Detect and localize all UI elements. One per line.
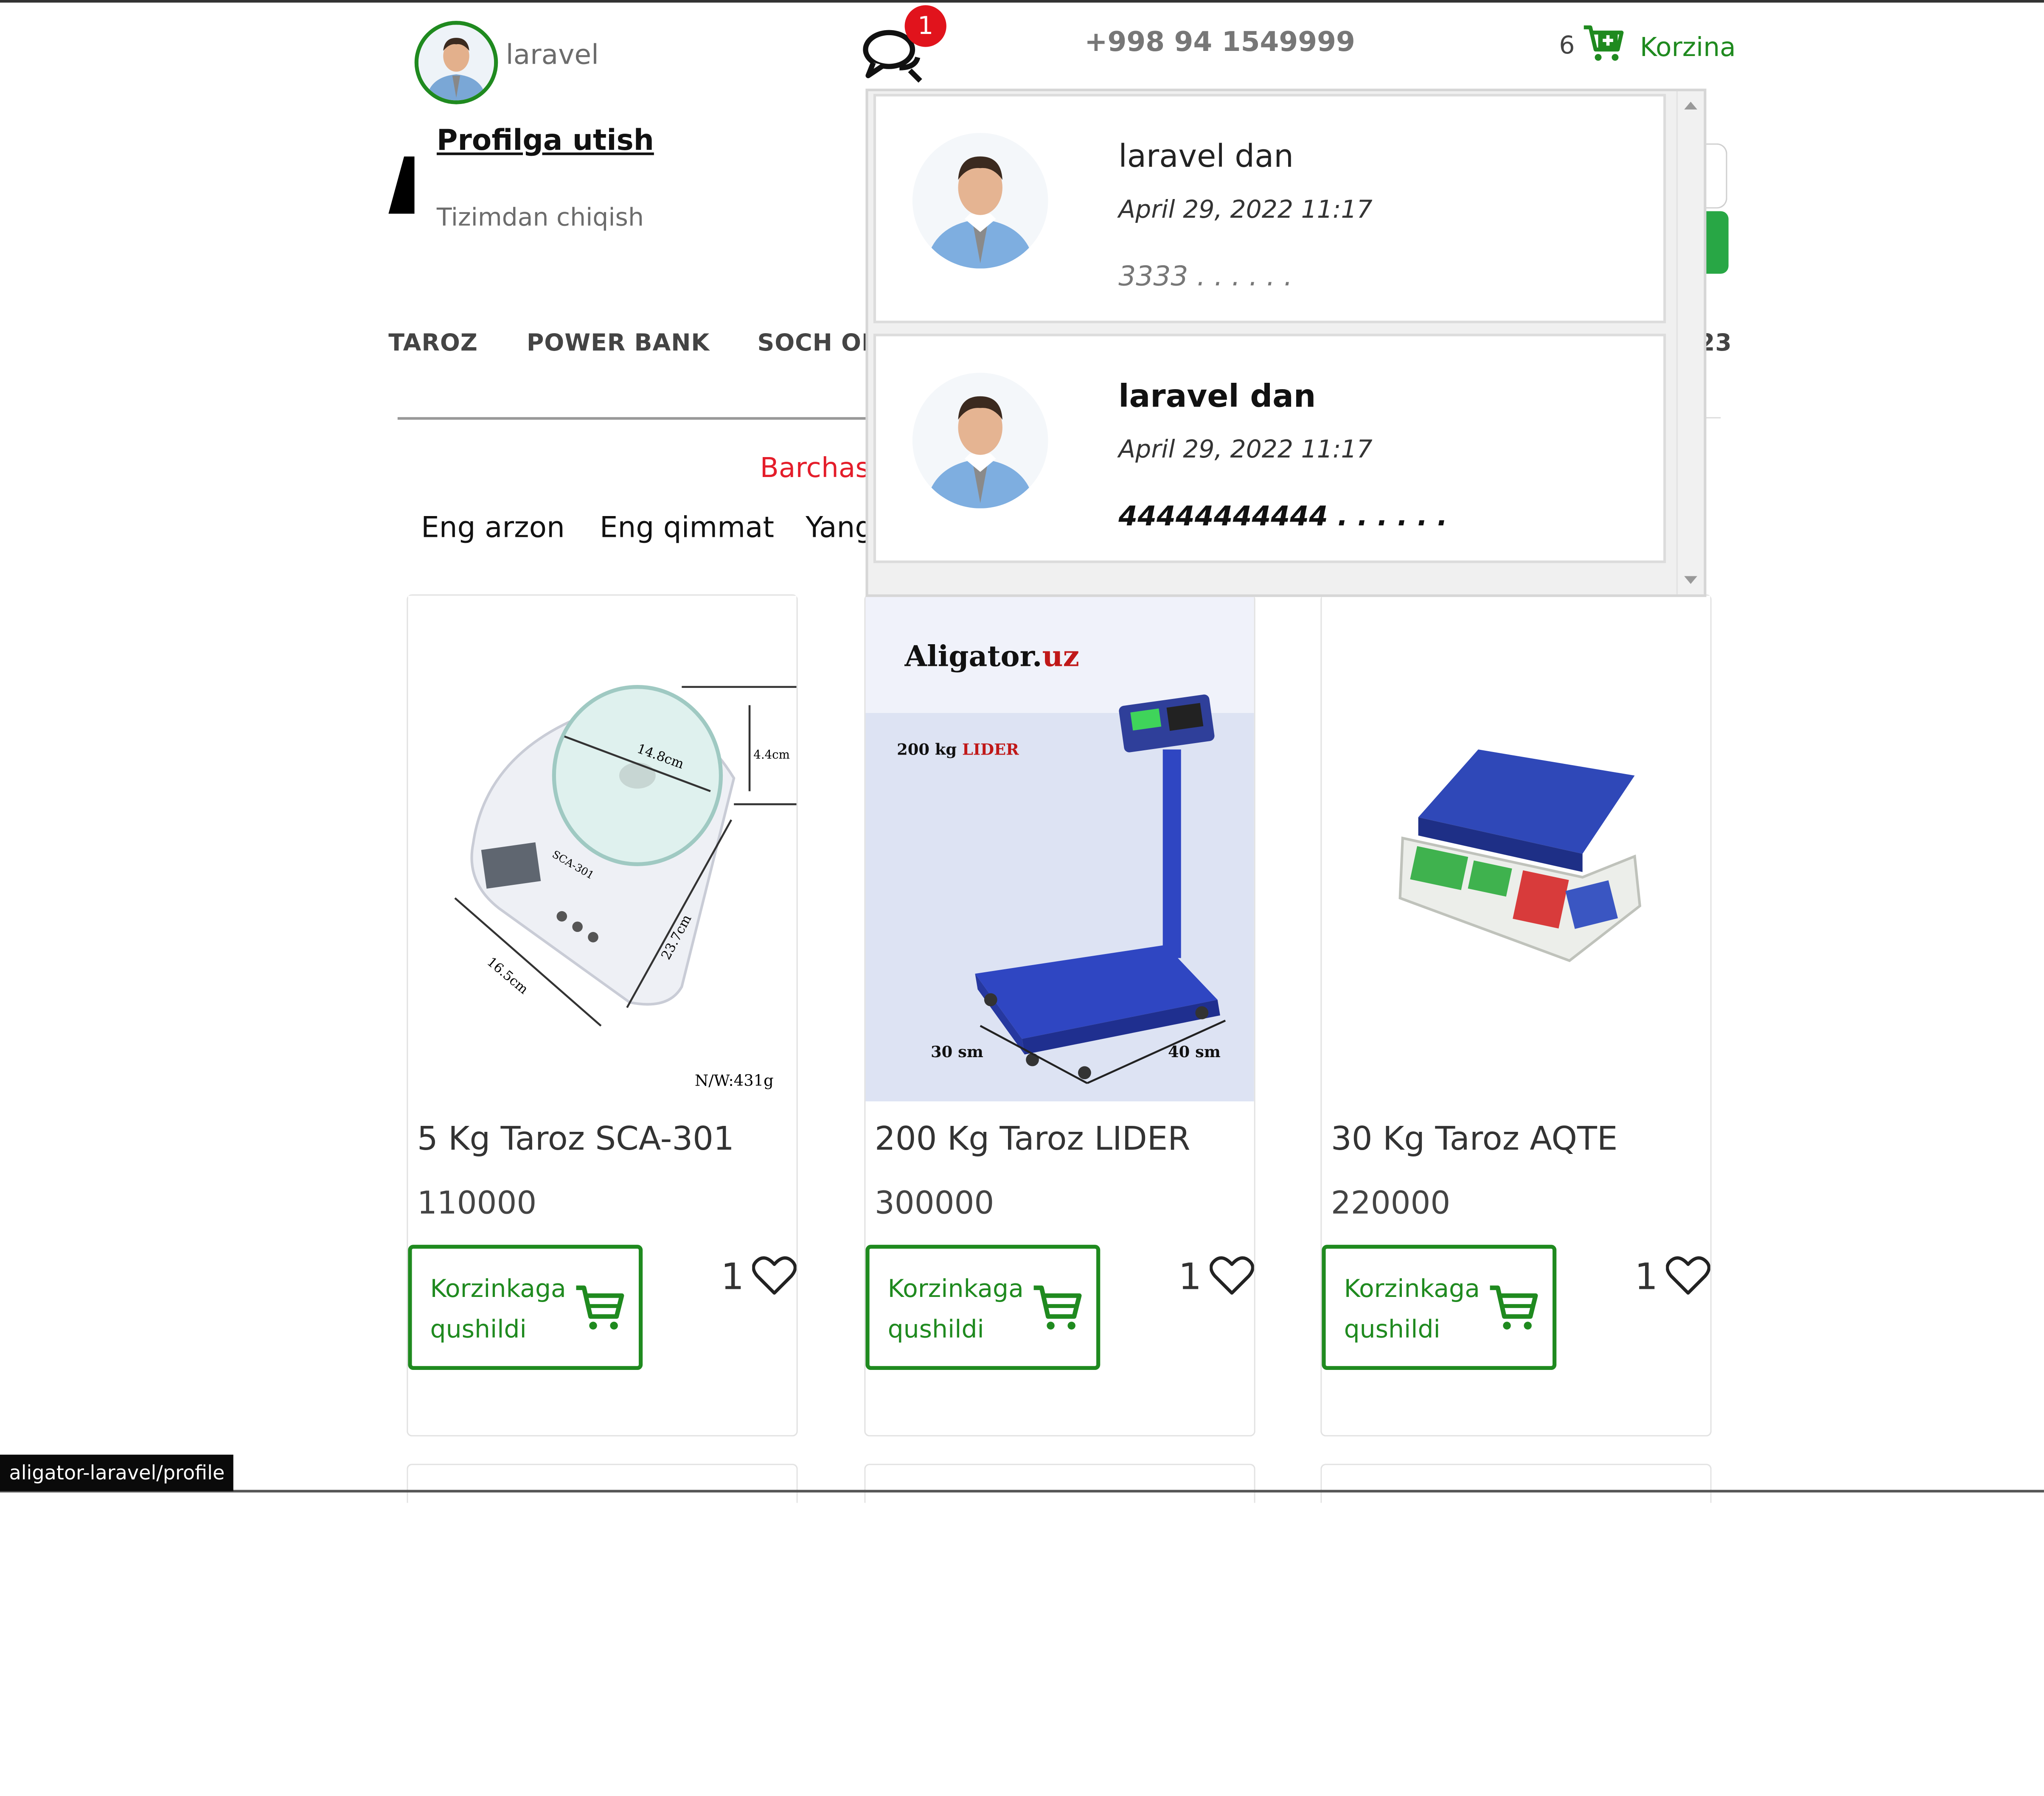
product-title[interactable]: 5 Kg Taroz SCA-301 (417, 1120, 734, 1157)
dimension-right-label: 40 sm (1168, 1042, 1221, 1061)
message-sender: laravel dan (1118, 138, 1294, 175)
cart-link[interactable]: Korzina (1640, 31, 1736, 63)
nav-category-taroz[interactable]: TAROZ (388, 330, 477, 357)
heart-icon[interactable] (752, 1255, 797, 1297)
product-image[interactable]: 14.8cm 4.4cm 16.5cm 23.7cm SCA-301 N/W:4… (408, 595, 797, 1102)
product-title[interactable]: 200 Kg Taroz LIDER (875, 1120, 1190, 1157)
model-label: LIDER (962, 740, 1019, 758)
heart-icon[interactable] (1210, 1255, 1254, 1297)
like-count: 1 (1634, 1255, 1658, 1299)
nav-category-power-bank[interactable]: POWER BANK (527, 330, 710, 357)
dimension-height-label: 4.4cm (753, 748, 790, 762)
like-count: 1 (721, 1255, 744, 1299)
viewport-bottom-edge (0, 1490, 2044, 1493)
sort-most-expensive[interactable]: Eng qimmat (600, 512, 774, 545)
add-to-cart-button[interactable]: Korzinkaga qushildi (408, 1245, 643, 1370)
messages-dropdown[interactable]: laravel dan April 29, 2022 11:17 3333 . … (865, 88, 1707, 597)
page-stage: laravel Profilga utish Tizimdan chiqish … (0, 0, 2044, 1796)
message-date: April 29, 2022 11:17 (1118, 195, 1373, 224)
like-count: 1 (1178, 1255, 1202, 1299)
shopping-cart-icon (1490, 1285, 1538, 1330)
notification-badge: 1 (904, 5, 946, 47)
product-image[interactable] (1322, 595, 1710, 1102)
product-price: 300000 (874, 1184, 994, 1221)
person-avatar-icon (912, 373, 1048, 508)
brand-watermark: Aligator. (904, 639, 1042, 673)
add-to-cart-label: Korzinkaga qushildi (1344, 1274, 1480, 1344)
sender-avatar (912, 133, 1048, 269)
product-card[interactable]: 30 Kg Taroz AQTE 220000 Korzinkaga qushi… (1320, 594, 1712, 1437)
svg-text:Aligator.uz: Aligator.uz (904, 639, 1079, 673)
user-name[interactable]: laravel (506, 39, 599, 70)
product-card-partial[interactable] (864, 1464, 1255, 1503)
filter-all-link[interactable]: Barchasi (760, 452, 877, 484)
brand-watermark-suffix: uz (1042, 639, 1080, 673)
product-title[interactable]: 30 Kg Taroz AQTE (1331, 1120, 1617, 1157)
message-sender: laravel dan (1118, 378, 1316, 415)
product-card-partial[interactable] (407, 1464, 798, 1503)
message-preview: 44444444444 . . . . . . (1118, 500, 1448, 532)
top-border (0, 0, 2044, 3)
svg-text:200 kg LIDER: 200 kg LIDER (897, 740, 1019, 758)
shopping-cart-icon (1033, 1285, 1082, 1330)
sender-avatar (912, 373, 1048, 508)
profile-link[interactable]: Profilga utish (437, 125, 654, 158)
message-item-unread[interactable]: laravel dan April 29, 2022 11:17 4444444… (873, 334, 1666, 563)
product-image[interactable]: Aligator.uz 200 kg LIDER 30 sm 40 sm (865, 595, 1254, 1102)
status-bar-url: aligator-laravel/profile (0, 1454, 234, 1491)
nav-divider (397, 417, 867, 420)
scroll-up-arrow-icon[interactable] (1684, 101, 1697, 109)
dropdown-scrollbar[interactable] (1676, 91, 1704, 595)
capacity-label: 200 kg (897, 740, 957, 758)
product-price: 110000 (417, 1184, 537, 1221)
heart-icon[interactable] (1666, 1255, 1710, 1297)
cart-count: 6 (1559, 31, 1575, 60)
phone-number: +998 94 1549999 (1084, 26, 1355, 58)
logout-link[interactable]: Tizimdan chiqish (437, 203, 644, 232)
add-to-cart-label: Korzinkaga qushildi (430, 1274, 566, 1344)
sort-newest[interactable]: Yang (806, 512, 873, 545)
product-card[interactable]: 14.8cm 4.4cm 16.5cm 23.7cm SCA-301 N/W:4… (407, 594, 798, 1437)
product-price: 220000 (1331, 1184, 1451, 1221)
product-card[interactable]: Aligator.uz 200 kg LIDER 30 sm 40 sm 200… (864, 594, 1255, 1437)
message-preview: 3333 . . . . . . (1118, 261, 1293, 292)
person-avatar-icon (912, 133, 1048, 269)
net-weight-label: N/W:431g (695, 1071, 774, 1089)
nav-category-soch[interactable]: SOCH OL (757, 330, 877, 357)
user-avatar[interactable] (414, 21, 498, 104)
site-logo-fragment (388, 156, 415, 214)
sort-cheapest[interactable]: Eng arzon (421, 512, 565, 545)
scroll-down-arrow-icon[interactable] (1684, 576, 1697, 584)
message-date: April 29, 2022 11:17 (1118, 435, 1373, 464)
add-to-cart-button[interactable]: Korzinkaga qushildi (1322, 1245, 1557, 1370)
message-item[interactable]: laravel dan April 29, 2022 11:17 3333 . … (873, 94, 1666, 323)
add-to-cart-button[interactable]: Korzinkaga qushildi (865, 1245, 1101, 1370)
dimension-left-label: 30 sm (931, 1042, 983, 1061)
add-to-cart-label: Korzinkaga qushildi (887, 1274, 1024, 1344)
cart-add-icon[interactable] (1583, 23, 1624, 62)
shopping-cart-icon (576, 1285, 624, 1330)
product-card-partial[interactable] (1320, 1464, 1712, 1503)
person-avatar-icon (418, 25, 494, 101)
